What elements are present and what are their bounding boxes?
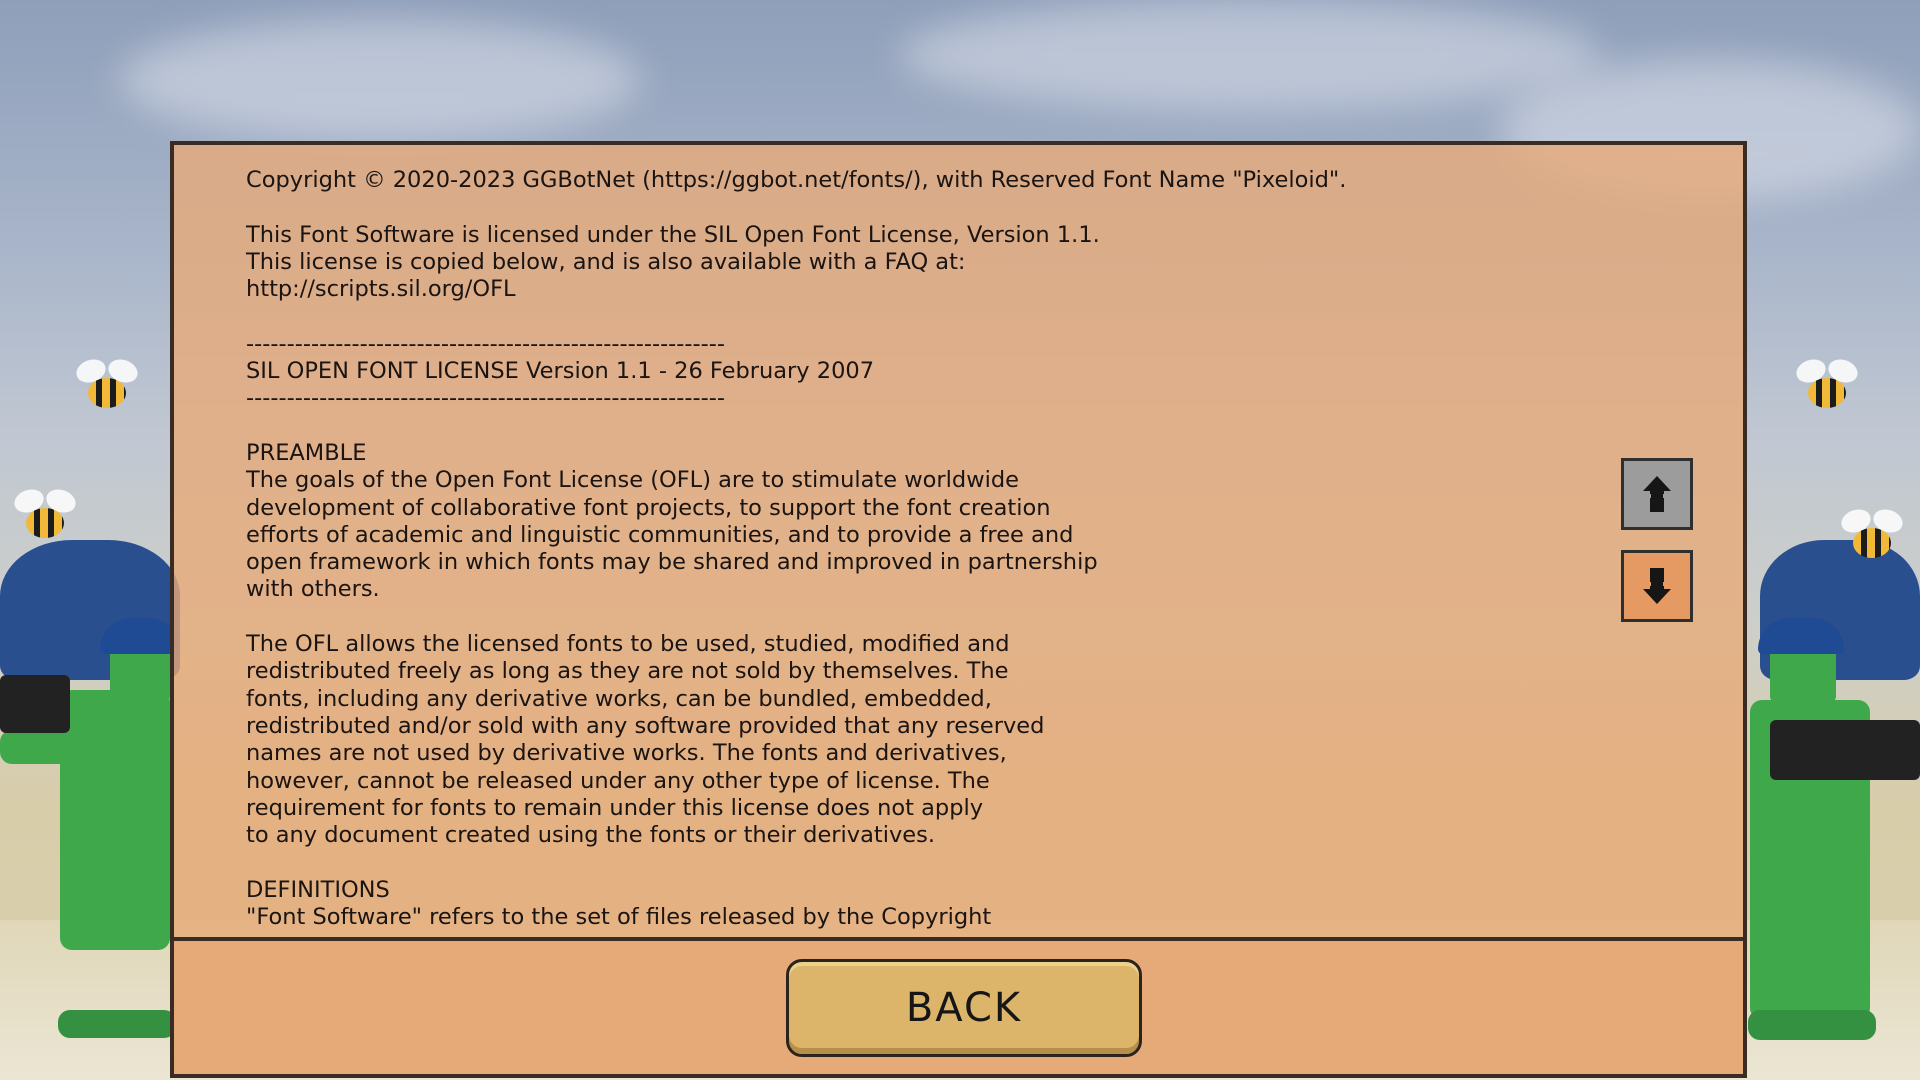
scroll-controls <box>1621 458 1693 642</box>
bee-icon <box>8 485 79 540</box>
arrow-up-icon <box>1643 476 1671 512</box>
scroll-up-button[interactable] <box>1621 458 1693 530</box>
bee-icon <box>1835 505 1906 560</box>
license-text-area[interactable]: Copyright © 2020-2023 GGBotNet (https://… <box>174 145 1743 937</box>
license-panel: Copyright © 2020-2023 GGBotNet (https://… <box>170 141 1747 1078</box>
back-button[interactable]: BACK <box>786 959 1142 1057</box>
bee-icon <box>1790 355 1861 410</box>
scroll-down-button[interactable] <box>1621 550 1693 622</box>
back-button-label: BACK <box>905 985 1023 1031</box>
footer-bar: BACK <box>174 937 1743 1074</box>
license-text: Copyright © 2020-2023 GGBotNet (https://… <box>246 167 1347 931</box>
arrow-down-icon <box>1643 568 1671 604</box>
game-screen: Copyright © 2020-2023 GGBotNet (https://… <box>0 0 1920 1080</box>
bee-icon <box>70 355 141 410</box>
